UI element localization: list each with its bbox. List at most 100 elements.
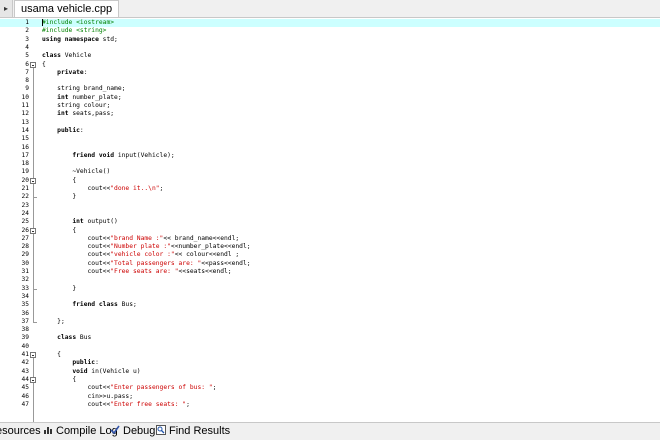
code-line[interactable]: 43 void in(Vehicle u) <box>0 368 660 376</box>
code-text[interactable]: int number_plate; <box>42 94 121 102</box>
code-line[interactable]: 46 cin>>u.pass; <box>0 393 660 401</box>
tab-resources[interactable]: esources <box>0 423 41 440</box>
debug-check-icon <box>110 425 120 435</box>
line-number: 21 <box>21 185 29 192</box>
code-text[interactable]: { <box>42 177 76 185</box>
code-text[interactable]: cout<<"Number plate :"<<number_plate<<en… <box>42 243 250 251</box>
code-text[interactable]: using namespace std; <box>42 36 118 44</box>
code-line[interactable]: 30 cout<<"Total passengers are: "<<pass<… <box>0 260 660 268</box>
code-line[interactable]: 12 int seats,pass; <box>0 110 660 118</box>
code-text[interactable]: friend void input(Vehicle); <box>42 151 174 160</box>
code-line[interactable]: 10 int number_plate; <box>0 94 660 102</box>
tab-find-results[interactable]: Find Results <box>156 423 230 440</box>
code-line[interactable]: 3 using namespace std; <box>0 36 660 44</box>
code-text[interactable]: ~Vehicle() <box>42 168 110 176</box>
code-token: in(Vehicle u) <box>87 367 141 375</box>
code-line[interactable]: 22 } <box>0 193 660 201</box>
code-line[interactable]: 23 <box>0 202 660 210</box>
code-text[interactable]: #include <string> <box>42 27 106 35</box>
code-line[interactable]: 35 friend class Bus; <box>0 301 660 309</box>
code-text[interactable]: { <box>42 227 76 235</box>
code-text[interactable]: cout<<"done it..\n"; <box>42 185 163 193</box>
line-number: 23 <box>21 201 29 209</box>
line-number: 26 <box>21 226 29 234</box>
code-token: : <box>83 68 88 76</box>
code-line[interactable]: 4 <box>0 44 660 52</box>
line-number: 6 <box>25 60 29 68</box>
code-line[interactable]: 20 { <box>0 177 660 185</box>
code-text[interactable]: { <box>42 376 76 384</box>
keyword-token: friend void <box>72 151 115 159</box>
fold-end-marker <box>33 288 37 290</box>
code-text[interactable]: } <box>42 193 76 201</box>
tab-label: esources <box>0 425 41 437</box>
code-text[interactable]: cout<<"Enter passengers of bus: "; <box>42 384 216 392</box>
code-line[interactable]: 39 class Bus <box>0 334 660 342</box>
code-line[interactable]: 41 { <box>0 351 660 359</box>
code-text[interactable]: string brand_name; <box>42 85 125 93</box>
code-line[interactable]: 17 friend void input(Vehicle); <box>0 152 660 160</box>
code-line[interactable]: 14 public: <box>0 127 660 135</box>
code-text[interactable]: }; <box>42 318 65 326</box>
code-line[interactable]: 16 <box>0 144 660 152</box>
code-text[interactable]: void in(Vehicle u) <box>42 367 141 376</box>
code-editor[interactable]: 1 #include <iostream> 2 #include <string> 3 u… <box>0 18 660 422</box>
code-text[interactable]: class Bus <box>42 334 91 342</box>
keyword-token: public <box>72 359 96 367</box>
code-line[interactable]: 8 <box>0 77 660 85</box>
code-line[interactable]: 44 { <box>0 376 660 384</box>
code-line[interactable]: 42 public: <box>0 359 660 367</box>
code-line[interactable]: 18 <box>0 160 660 168</box>
code-line[interactable]: 31 cout<<"Free seats are: "<<seats<<endl… <box>0 268 660 276</box>
code-lines[interactable]: 1 #include <iostream> 2 #include <string> 3 u… <box>0 18 660 422</box>
code-line[interactable]: 19 ~Vehicle() <box>0 168 660 176</box>
code-line[interactable]: 28 cout<<"Number plate :"<<number_plate<… <box>0 243 660 251</box>
code-line[interactable]: 47 cout<<"Enter free seats: "; <box>0 401 660 409</box>
code-line[interactable]: 25 int output() <box>0 218 660 226</box>
code-line[interactable]: 36 <box>0 310 660 318</box>
code-line[interactable]: 33 } <box>0 285 660 293</box>
code-text[interactable]: cout<<"Enter free seats: "; <box>42 401 189 409</box>
code-text[interactable]: cout<<"brand Name :"<< brand_name<<endl; <box>42 235 239 243</box>
code-text[interactable]: int seats,pass; <box>42 110 114 118</box>
code-line[interactable]: 6{ <box>0 61 660 69</box>
code-text[interactable]: friend class Bus; <box>42 301 136 309</box>
code-text[interactable]: public: <box>42 127 84 135</box>
code-line[interactable]: 2 #include <string> <box>0 27 660 35</box>
code-token: } <box>42 193 77 201</box>
code-line[interactable]: 37 }; <box>0 318 660 326</box>
code-line[interactable]: 13 <box>0 119 660 127</box>
code-text[interactable]: #include <iostream> <box>42 19 114 27</box>
code-line[interactable]: 32 <box>0 276 660 284</box>
code-text[interactable]: cout<<"vehicle color :"<< colour<<endl ; <box>42 251 239 259</box>
code-line[interactable]: 34 <box>0 293 660 301</box>
code-text[interactable]: public: <box>42 359 99 367</box>
code-line[interactable]: 15 <box>0 135 660 143</box>
tab-compile-log[interactable]: Compile Log <box>43 423 118 440</box>
code-line[interactable]: 21 cout<<"done it..\n"; <box>0 185 660 193</box>
code-text[interactable]: private: <box>42 68 88 77</box>
code-text[interactable]: } <box>42 285 76 293</box>
code-line[interactable]: 27 cout<<"brand Name :"<< brand_name<<en… <box>0 235 660 243</box>
code-line[interactable]: 5 class Vehicle <box>0 52 660 60</box>
string-token: "Free seats are: " <box>110 268 179 275</box>
code-line[interactable]: 7 private: <box>0 69 660 77</box>
code-text[interactable]: class Vehicle <box>42 52 91 60</box>
code-line[interactable]: 26 { <box>0 227 660 235</box>
code-text[interactable]: cout<<"Total passengers are: "<<pass<<en… <box>42 260 250 268</box>
code-text[interactable]: { <box>42 61 46 69</box>
code-line[interactable]: 38 <box>0 326 660 334</box>
code-text[interactable]: cout<<"Free seats are: "<<seats<<endl; <box>42 268 231 276</box>
code-line[interactable]: 24 <box>0 210 660 218</box>
code-line[interactable]: 45 cout<<"Enter passengers of bus: "; <box>0 384 660 392</box>
code-text[interactable]: int output() <box>42 218 118 226</box>
code-text[interactable]: cin>>u.pass; <box>42 393 133 401</box>
code-line[interactable]: 1 #include <iostream> <box>0 19 660 28</box>
file-tab-usama-vehicle[interactable]: usama vehicle.cpp <box>14 0 120 17</box>
code-line[interactable]: 9 string brand_name; <box>0 85 660 93</box>
code-line[interactable]: 40 <box>0 343 660 351</box>
tab-scroll-left-button[interactable]: ▸ <box>0 0 13 17</box>
tab-debug[interactable]: Debug <box>110 423 155 440</box>
code-line[interactable]: 29 cout<<"vehicle color :"<< colour<<end… <box>0 251 660 259</box>
